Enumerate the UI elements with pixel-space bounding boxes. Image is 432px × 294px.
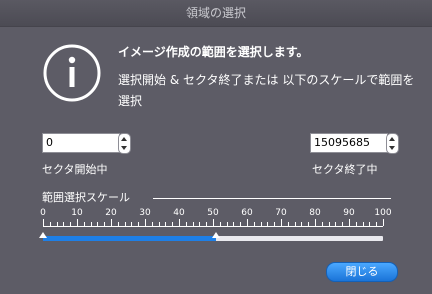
- range-start-handle[interactable]: [39, 232, 47, 238]
- start-sector-label: セクタ開始中: [42, 163, 108, 176]
- scale-major-tick: [247, 219, 248, 226]
- scale-major-tick: [111, 219, 112, 226]
- scale-tick-label: 0: [40, 208, 46, 218]
- close-button[interactable]: 閉じる: [326, 262, 398, 282]
- scale-major-tick: [179, 219, 180, 226]
- start-sector-stepper[interactable]: [118, 133, 131, 154]
- end-sector-stepper[interactable]: [386, 133, 399, 154]
- info-icon: [43, 44, 101, 102]
- scale-major-tick: [213, 219, 214, 226]
- stepper-down-icon[interactable]: [121, 146, 127, 150]
- scale-major-tick: [383, 219, 384, 226]
- scale-tick-label: 10: [71, 208, 83, 218]
- end-sector-input[interactable]: 15095685: [310, 133, 388, 153]
- scale-tick-label: 70: [275, 208, 287, 218]
- scale-divider: [153, 198, 391, 199]
- stepper-up-icon[interactable]: [121, 137, 127, 141]
- scale-tick-label: 60: [241, 208, 253, 218]
- window-title: 領域の選択: [185, 6, 246, 20]
- scale-title: 範囲選択スケール: [42, 191, 130, 204]
- start-sector-input[interactable]: 0: [42, 133, 120, 153]
- range-end-handle[interactable]: [212, 232, 221, 238]
- scale-tick-label: 90: [343, 208, 355, 218]
- scale-tick-label: 20: [105, 208, 117, 218]
- scale-tick-label: 40: [173, 208, 185, 218]
- dialog-message: 選択開始 & セクタ終了または 以下のスケールで範囲を選択: [118, 73, 415, 108]
- stepper-up-icon[interactable]: [389, 137, 395, 141]
- scale-major-tick: [349, 219, 350, 226]
- dialog-heading: イメージ作成の範囲を選択します。: [118, 45, 309, 59]
- scale-major-tick: [43, 219, 44, 226]
- scale-tick-label: 50: [207, 208, 219, 218]
- scale-major-tick: [281, 219, 282, 226]
- scale-tick-label: 80: [309, 208, 321, 218]
- scale-baseline: [43, 226, 383, 227]
- stepper-down-icon[interactable]: [389, 146, 395, 150]
- window-titlebar: 領域の選択: [0, 0, 432, 27]
- scale-major-tick: [315, 219, 316, 226]
- scale-tick-label: 100: [374, 208, 392, 218]
- range-slider-selection[interactable]: [43, 236, 217, 241]
- scale-tick-label: 30: [139, 208, 151, 218]
- end-sector-label: セクタ終了中: [312, 163, 378, 176]
- scale-major-tick: [77, 219, 78, 226]
- scale-major-tick: [145, 219, 146, 226]
